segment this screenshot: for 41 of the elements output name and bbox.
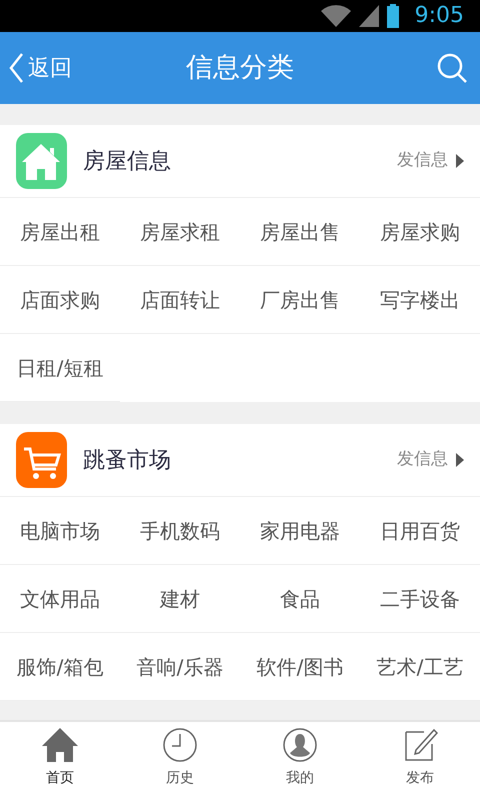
category-item[interactable]: 日用百货 [360,497,480,565]
category-item[interactable]: 服饰/箱包 [0,633,120,701]
category-item[interactable]: 食品 [240,565,360,633]
tab[interactable]: 历史 [120,722,240,800]
clock-icon [162,726,198,764]
category-item[interactable]: 文体用品 [0,565,120,633]
category-item[interactable]: 写字楼出 [360,266,480,334]
tab[interactable]: 发布 [360,722,480,800]
category-item[interactable]: 店面转让 [120,266,240,334]
search-icon[interactable] [436,52,468,84]
category-item[interactable]: 音响/乐器 [120,633,240,701]
section-title: 房屋信息 [83,148,172,176]
category-item[interactable]: 厂房出售 [240,266,360,334]
category-item[interactable]: 手机数码 [120,497,240,565]
category-item[interactable]: 房屋求租 [120,198,240,266]
category-item[interactable]: 电脑市场 [0,497,120,565]
signal-icon [358,5,379,27]
section-title: 跳蚤市场 [83,446,172,474]
category-item[interactable]: 建材 [120,565,240,633]
battery-icon [386,4,399,28]
category-item[interactable]: 软件/图书 [240,633,360,701]
chevron-left-icon [8,52,24,84]
category-item[interactable]: 房屋求购 [360,198,480,266]
category-item[interactable]: 房屋出售 [240,198,360,266]
category-item[interactable]: 二手设备 [360,565,480,633]
page-title: 信息分类 [186,50,294,85]
post-info-link[interactable]: 发信息 [397,148,464,174]
clock-time: 9:05 [414,5,464,27]
person-icon [282,726,318,764]
triangle-right-icon [456,453,464,467]
post-info-link[interactable]: 发信息 [397,447,464,473]
category-item[interactable]: 房屋出租 [0,198,120,266]
category-item[interactable]: 艺术/工艺 [360,633,480,701]
category-item[interactable]: 日租/短租 [0,334,120,402]
tab[interactable]: 首页 [0,722,120,800]
wifi-icon [320,5,351,27]
category-item[interactable]: 店面求购 [0,266,120,334]
category-item[interactable]: 家用电器 [240,497,360,565]
triangle-right-icon [456,154,464,168]
tab[interactable]: 我的 [240,722,360,800]
home-icon [42,726,78,764]
